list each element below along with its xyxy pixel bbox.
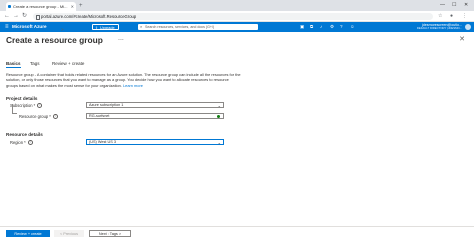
resource-details-heading: Resource details (6, 132, 43, 137)
learn-more-link[interactable]: Learn more (123, 83, 143, 88)
chevron-down-icon: ⌄ (217, 140, 221, 145)
tab-tags[interactable]: Tags (30, 60, 40, 67)
browser-tab-title: Create a resource group - Mi... (13, 4, 68, 9)
search-icon: ⌕ (140, 24, 143, 29)
resource-group-label: Resource group * i (19, 114, 58, 120)
lock-icon (36, 15, 40, 20)
feedback-icon[interactable]: ☺ (350, 22, 355, 32)
account-info[interactable]: jdesmorescreen@outlo... DEFAULT DIRECTOR… (417, 23, 462, 31)
user-directory: DEFAULT DIRECTORY (JDESMO... (416, 26, 462, 31)
url-text: portal.azure.com/#create/Microsoft.Resou… (41, 14, 137, 19)
info-icon[interactable]: i (52, 114, 58, 120)
region-label-text: Region * (10, 140, 26, 145)
breadcrumb-resource-groups[interactable]: Resource groups (25, 27, 59, 32)
global-search-input[interactable]: ⌕ Search resources, services, and docs (… (138, 24, 258, 30)
more-options-icon[interactable]: ... (118, 35, 124, 42)
minimize-icon[interactable]: — (440, 0, 445, 11)
azure-favicon-icon (8, 5, 11, 8)
address-bar-row: ← → ↻ portal.azure.com/#create/Microsoft… (0, 11, 474, 22)
notifications-icon[interactable]: ♪ (320, 22, 322, 32)
upgrade-label: Upgrade (100, 26, 115, 30)
resource-group-label-text: Resource group * (19, 114, 51, 119)
valid-check-icon (217, 115, 220, 118)
help-icon[interactable]: ? (340, 22, 343, 32)
previous-button[interactable]: < Previous (54, 230, 84, 237)
subscription-select[interactable]: Azure subscription 1 ⌄ (86, 102, 224, 108)
breadcrumb: Home > Resource groups > (6, 27, 66, 32)
settings-gear-icon[interactable]: ⚙ (330, 22, 334, 32)
close-blade-icon[interactable]: ✕ (459, 35, 465, 43)
resource-group-input[interactable]: RG-surfsnet (86, 113, 224, 119)
info-icon[interactable]: i (37, 103, 43, 109)
maximize-icon[interactable]: ☐ (452, 0, 456, 11)
avatar[interactable] (465, 24, 471, 30)
profile-icon[interactable]: ● (450, 11, 453, 21)
close-window-icon[interactable]: ✕ (464, 0, 468, 11)
breadcrumb-separator: > (20, 27, 23, 32)
url-field[interactable]: portal.azure.com/#create/Microsoft.Resou… (33, 13, 433, 20)
project-details-heading: Project details (6, 96, 38, 101)
forward-icon[interactable]: → (13, 11, 19, 21)
cloud-shell-icon[interactable]: ▣ (300, 22, 304, 32)
review-create-button[interactable]: Review + create (6, 230, 50, 237)
page-title: Create a resource group (6, 35, 103, 45)
bookmark-star-icon[interactable]: ☆ (438, 11, 442, 21)
directory-filter-icon[interactable]: ⧉ (310, 22, 313, 32)
region-label: Region * i (10, 140, 33, 146)
breadcrumb-separator: > (60, 27, 64, 32)
browser-tab-strip: Create a resource group - Mi... ✕ + — ☐ … (0, 0, 474, 11)
info-icon[interactable]: i (27, 140, 33, 146)
tab-review-create[interactable]: Review + create (52, 60, 84, 67)
subscription-value: Azure subscription 1 (89, 103, 124, 107)
breadcrumb-home[interactable]: Home (6, 27, 18, 32)
search-placeholder: Search resources, services, and docs (G+… (145, 25, 215, 29)
tab-basics[interactable]: Basics (6, 60, 21, 68)
chevron-down-icon: ⌄ (217, 103, 221, 108)
browser-menu-icon[interactable]: ⋮ (462, 11, 467, 21)
close-tab-icon[interactable]: ✕ (71, 2, 74, 11)
upgrade-button[interactable]: ⇧ Upgrade (92, 24, 119, 30)
resource-group-value: RG-surfsnet (89, 114, 110, 118)
upgrade-icon: ⇧ (95, 26, 98, 30)
wizard-footer: Review + create < Previous Next : Tags > (0, 226, 474, 240)
region-select[interactable]: (US) West US 3 ⌄ (86, 139, 224, 145)
new-tab-icon[interactable]: + (79, 2, 83, 11)
resource-group-description: Resource group - A container that holds … (6, 72, 241, 88)
browser-tab[interactable]: Create a resource group - Mi... ✕ (6, 2, 76, 11)
tree-connector (12, 104, 17, 114)
azure-top-bar: ≡ Microsoft Azure ⇧ Upgrade ⌕ Search res… (0, 22, 474, 32)
region-value: (US) West US 3 (89, 140, 116, 144)
reload-icon[interactable]: ↻ (22, 11, 27, 21)
next-tags-button[interactable]: Next : Tags > (89, 230, 131, 237)
back-icon[interactable]: ← (4, 11, 10, 21)
